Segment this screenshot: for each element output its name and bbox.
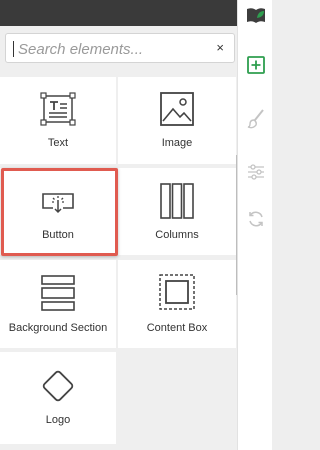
clear-search-icon[interactable]: × bbox=[216, 40, 224, 56]
image-element-icon bbox=[160, 92, 194, 126]
text-caret bbox=[13, 41, 14, 57]
rail-item-add-element[interactable] bbox=[238, 54, 273, 76]
rail-item-pages[interactable] bbox=[238, 4, 273, 26]
element-card-columns[interactable]: Columns bbox=[118, 168, 236, 255]
rail-item-sync[interactable] bbox=[238, 208, 273, 230]
columns-element-icon bbox=[160, 183, 194, 219]
right-toolbar bbox=[237, 0, 272, 450]
element-card-content-box[interactable]: Content Box bbox=[118, 260, 236, 348]
sync-icon bbox=[248, 211, 263, 227]
search-box[interactable]: × bbox=[5, 33, 235, 63]
brush-icon bbox=[247, 109, 264, 129]
top-bar bbox=[0, 0, 237, 26]
element-label: Image bbox=[161, 137, 193, 149]
element-label: Background Section bbox=[8, 322, 108, 334]
element-card-text[interactable]: Text bbox=[0, 77, 116, 164]
element-card-image[interactable]: Image bbox=[118, 77, 236, 164]
element-label: Logo bbox=[45, 414, 71, 426]
element-label: Text bbox=[47, 137, 69, 149]
text-element-icon bbox=[40, 92, 76, 126]
add-element-icon bbox=[246, 56, 265, 74]
element-label: Content Box bbox=[146, 322, 208, 334]
search-input[interactable] bbox=[16, 38, 210, 60]
element-card-logo[interactable]: Logo bbox=[0, 352, 116, 444]
book-leaf-icon bbox=[246, 8, 265, 23]
background-section-icon bbox=[41, 275, 75, 311]
element-label: Columns bbox=[155, 229, 199, 241]
element-card-background-section[interactable]: Background Section bbox=[0, 260, 116, 348]
logo-element-icon bbox=[42, 370, 74, 402]
rail-item-settings[interactable] bbox=[238, 161, 273, 183]
rail-item-design[interactable] bbox=[238, 108, 273, 130]
content-box-icon bbox=[159, 274, 195, 310]
settings-sliders-icon bbox=[247, 164, 264, 180]
selected-element-highlight bbox=[1, 168, 118, 256]
